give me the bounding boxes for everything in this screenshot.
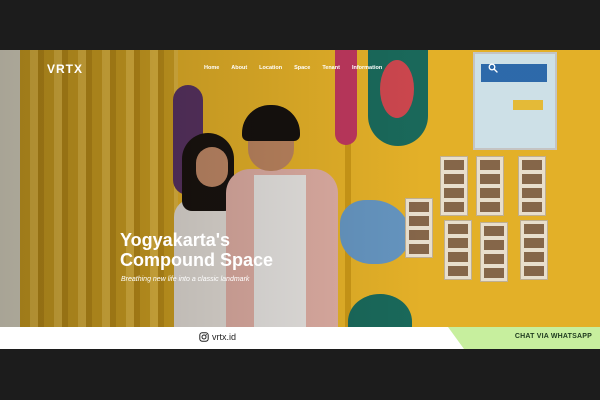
nav-item-about[interactable]: About (231, 65, 247, 71)
chat-whatsapp-button[interactable]: CHAT VIA WHATSAPP (448, 327, 600, 349)
chat-whatsapp-label: CHAT VIA WHATSAPP (514, 333, 592, 340)
bottom-bar: vrtx.id CHAT VIA WHATSAPP (0, 327, 600, 349)
nav-item-tenant[interactable]: Tenant (322, 65, 340, 71)
instagram-icon (199, 332, 209, 342)
nav-item-home[interactable]: Home (204, 65, 219, 71)
hero-background-photo (0, 50, 600, 349)
nav-item-space[interactable]: Space (294, 65, 310, 71)
hero-title-line-1: Yogyakarta's (120, 230, 231, 250)
instagram-handle: vrtx.id (212, 332, 237, 342)
main-nav: Home About Location Space Tenant Informa… (204, 65, 382, 71)
hero-title: Yogyakarta's Compound Space (120, 230, 273, 270)
search-icon[interactable] (488, 63, 498, 73)
hero-title-line-2: Compound Space (120, 250, 274, 270)
hero-subtitle: Breathing new life into a classic landma… (121, 276, 250, 283)
nav-item-information[interactable]: Information (352, 65, 382, 71)
instagram-link[interactable]: vrtx.id (199, 332, 236, 342)
nav-item-location[interactable]: Location (259, 65, 282, 71)
website-viewport: VRTX Home About Location Space Tenant In… (0, 50, 600, 349)
site-logo[interactable]: VRTX (47, 62, 83, 76)
